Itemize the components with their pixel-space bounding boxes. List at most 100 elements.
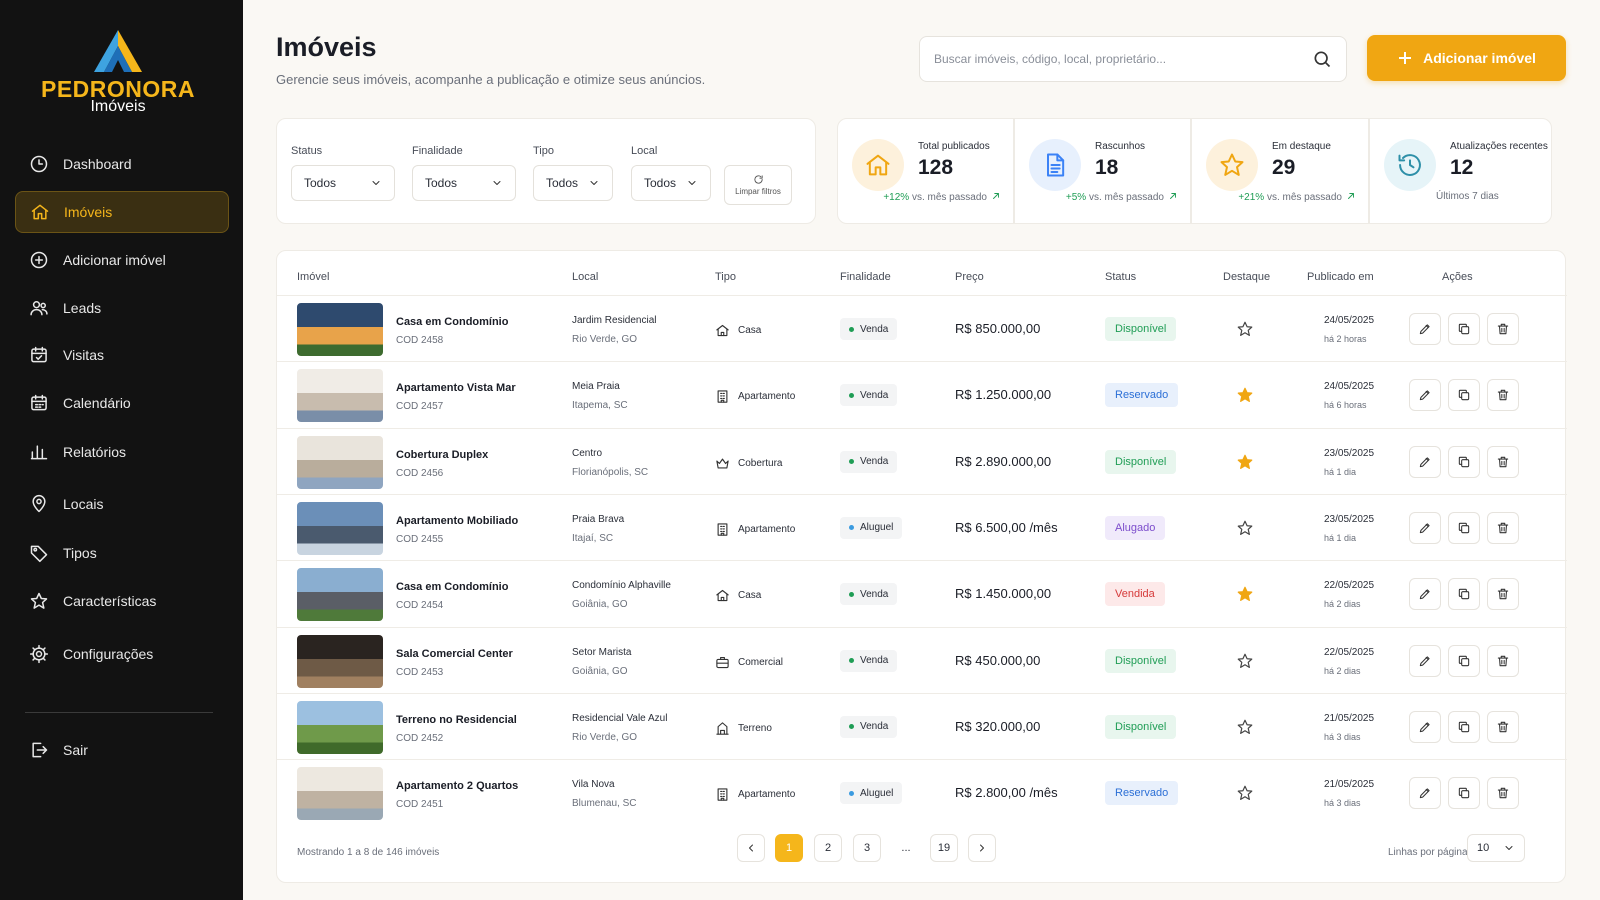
- delete-button[interactable]: [1487, 710, 1519, 743]
- property-thumbnail[interactable]: [297, 767, 383, 821]
- edit-button[interactable]: [1409, 644, 1441, 677]
- duplicate-button[interactable]: [1448, 578, 1480, 611]
- delete-button[interactable]: [1487, 379, 1519, 412]
- next-page-button[interactable]: [968, 834, 996, 862]
- edit-icon: [1419, 390, 1430, 401]
- page-button-1[interactable]: 1: [775, 834, 803, 862]
- filter-select-finalidade[interactable]: Todos: [412, 165, 516, 201]
- copy-icon: [1458, 721, 1470, 732]
- edit-button[interactable]: [1409, 511, 1441, 544]
- delete-button[interactable]: [1487, 644, 1519, 677]
- table-row[interactable]: Terreno no Residencial COD 2452 Residencia…: [277, 692, 1567, 761]
- property-thumbnail[interactable]: [297, 700, 383, 754]
- property-name[interactable]: Apartamento 2 Quartos: [396, 780, 518, 792]
- property-thumbnail[interactable]: [297, 634, 383, 688]
- property-thumbnail[interactable]: [297, 568, 383, 622]
- featured-star-icon[interactable]: [1236, 519, 1254, 537]
- sidebar-item-10[interactable]: Características: [15, 580, 229, 622]
- featured-star-icon[interactable]: [1236, 718, 1254, 736]
- property-name[interactable]: Sala Comercial Center: [396, 648, 513, 660]
- stat-delta-value: +5%: [1065, 192, 1087, 203]
- table-row[interactable]: Apartamento Mobiliado COD 2455 Praia Brava…: [277, 493, 1567, 562]
- page-button-2[interactable]: 2: [814, 834, 842, 862]
- delete-button[interactable]: [1487, 578, 1519, 611]
- edit-button[interactable]: [1409, 445, 1441, 478]
- property-name[interactable]: Casa em Condomínio: [396, 581, 508, 593]
- rows-per-page-select[interactable]: 10: [1467, 834, 1525, 862]
- property-name[interactable]: Apartamento Vista Mar: [396, 382, 516, 394]
- featured-star-icon[interactable]: [1236, 320, 1254, 338]
- clear-filters-button[interactable]: Limpar filtros: [724, 165, 792, 205]
- sidebar-item-11[interactable]: Configurações: [15, 633, 229, 675]
- sidebar-item-8[interactable]: Locais: [15, 483, 229, 525]
- purpose-label: Venda: [860, 588, 889, 600]
- sidebar-item-4[interactable]: Leads: [15, 287, 229, 329]
- filter-value: Todos: [304, 176, 337, 190]
- search-input[interactable]: [934, 52, 1312, 66]
- column-header: Preço: [955, 271, 984, 283]
- sidebar-item-6[interactable]: Calendário: [15, 382, 229, 424]
- prev-page-button[interactable]: [737, 834, 765, 862]
- property-name[interactable]: Casa em Condomínio: [396, 316, 508, 328]
- duplicate-button[interactable]: [1448, 511, 1480, 544]
- delete-button[interactable]: [1487, 511, 1519, 544]
- brand-logo[interactable]: PEDRONORA Imóveis: [38, 28, 198, 120]
- property-type-label: Comercial: [738, 656, 784, 668]
- add-property-button[interactable]: Adicionar imóvel: [1367, 35, 1566, 81]
- edit-button[interactable]: [1409, 710, 1441, 743]
- duplicate-button[interactable]: [1448, 313, 1480, 345]
- featured-star-filled-icon[interactable]: [1236, 386, 1254, 404]
- sidebar-item-7[interactable]: Relatórios: [15, 431, 229, 473]
- property-name[interactable]: Cobertura Duplex: [396, 449, 488, 461]
- featured-star-icon[interactable]: [1236, 652, 1254, 670]
- sidebar: PEDRONORA Imóveis Dashboard Imóveis Adicio…: [0, 0, 243, 900]
- delete-button[interactable]: [1487, 777, 1519, 810]
- edit-button[interactable]: [1409, 578, 1441, 611]
- search-icon[interactable]: [1312, 49, 1332, 69]
- bar-chart-icon: [30, 445, 48, 460]
- logout-button[interactable]: Sair: [15, 729, 229, 771]
- sidebar-item-3[interactable]: Adicionar imóvel: [15, 239, 229, 281]
- table-row[interactable]: Casa em Condomínio COD 2454 Condomínio Alp…: [277, 560, 1567, 628]
- table-row[interactable]: Cobertura Duplex COD 2456 Centro Florianópo…: [277, 427, 1567, 496]
- edit-button[interactable]: [1409, 379, 1441, 412]
- edit-button[interactable]: [1409, 777, 1441, 810]
- sidebar-item-5[interactable]: Visitas: [15, 334, 229, 376]
- property-thumbnail[interactable]: [297, 303, 383, 356]
- property-thumbnail[interactable]: [297, 435, 383, 489]
- duplicate-button[interactable]: [1448, 379, 1480, 412]
- table-row[interactable]: Casa em Condomínio COD 2458 Jardim Residen…: [277, 295, 1567, 363]
- published-date: 24/05/2025: [1324, 381, 1375, 393]
- featured-star-filled-icon[interactable]: [1236, 453, 1254, 471]
- property-price: R$ 6.500,00 /mês: [955, 519, 1058, 535]
- purpose-dot: [849, 459, 854, 465]
- property-name[interactable]: Terreno no Residencial: [396, 714, 517, 726]
- duplicate-button[interactable]: [1448, 445, 1480, 478]
- property-name[interactable]: Apartamento Mobiliado: [396, 515, 518, 527]
- featured-star-icon[interactable]: [1236, 784, 1254, 802]
- delete-button[interactable]: [1487, 445, 1519, 478]
- status-badge: Alugado: [1105, 515, 1166, 540]
- featured-star-filled-icon[interactable]: [1236, 585, 1254, 603]
- sidebar-item-9[interactable]: Tipos: [15, 532, 229, 574]
- duplicate-button[interactable]: [1448, 644, 1480, 677]
- filter-select-tipo[interactable]: Todos: [533, 165, 613, 201]
- page-button-19[interactable]: 19: [930, 834, 958, 862]
- duplicate-button[interactable]: [1448, 777, 1480, 810]
- page-button-3[interactable]: 3: [853, 834, 881, 862]
- filter-select-local[interactable]: Todos: [631, 165, 711, 201]
- table-row[interactable]: Sala Comercial Center COD 2453 Setor Maris…: [277, 626, 1567, 695]
- property-code: COD 2453: [396, 666, 444, 678]
- logo-mark-icon: [94, 30, 142, 72]
- delete-button[interactable]: [1487, 313, 1519, 345]
- duplicate-button[interactable]: [1448, 710, 1480, 743]
- sidebar-item-2[interactable]: Imóveis: [15, 191, 229, 233]
- table-row[interactable]: Apartamento Vista Mar COD 2457 Meia Praia I…: [277, 361, 1567, 429]
- property-thumbnail[interactable]: [297, 369, 383, 423]
- property-thumbnail[interactable]: [297, 501, 383, 555]
- filter-select-status[interactable]: Todos: [291, 165, 395, 201]
- table-row[interactable]: Apartamento 2 Quartos COD 2451 Vila Nova Bl…: [277, 759, 1567, 827]
- sidebar-item-1[interactable]: Dashboard: [15, 143, 229, 185]
- edit-button[interactable]: [1409, 313, 1441, 345]
- purpose-badge: Venda: [840, 450, 898, 473]
